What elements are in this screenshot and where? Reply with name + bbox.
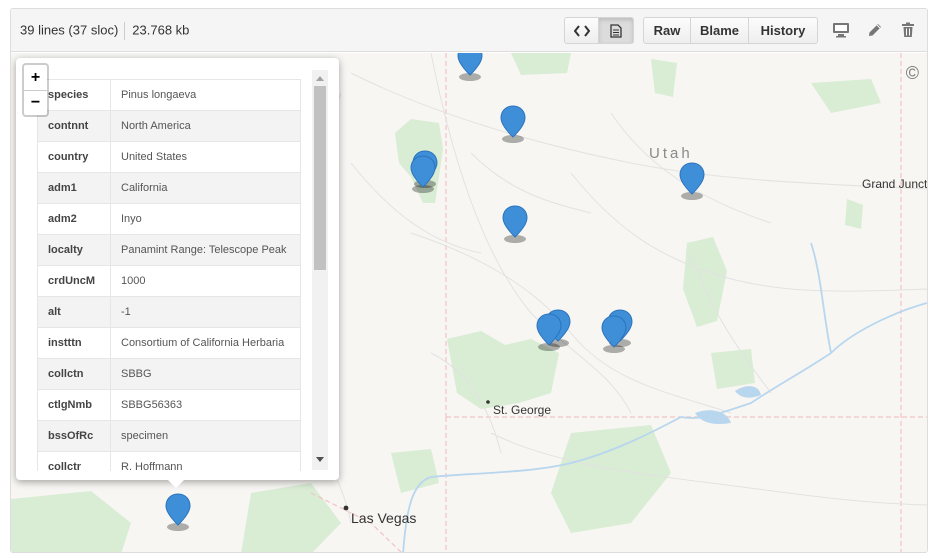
map-marker[interactable] — [410, 155, 436, 195]
pencil-icon[interactable] — [866, 21, 884, 39]
property-key: contnnt — [37, 110, 111, 142]
map-marker[interactable] — [679, 162, 705, 202]
table-row: contnnt North America — [37, 110, 301, 142]
table-row: localty Panamint Range: Telescope Peak — [37, 234, 301, 266]
property-value: -1 — [110, 296, 301, 328]
map-marker[interactable] — [601, 315, 627, 355]
zoom-in-button[interactable]: + — [24, 65, 47, 90]
code-icon — [573, 24, 590, 37]
popup-content[interactable]: species Pinus longaeva contnnt North Americ… — [37, 79, 301, 471]
feature-popup: species Pinus longaeva contnnt North Americ… — [16, 58, 339, 480]
property-key: ctlgNmb — [37, 389, 111, 421]
property-value: Inyo — [110, 203, 301, 235]
property-key: localty — [37, 234, 111, 266]
property-key: instttn — [37, 327, 111, 359]
table-row: instttn Consortium of California Herbaria — [37, 327, 301, 359]
line-count: 39 lines (37 sloc) — [20, 22, 119, 38]
table-row: adm1 California — [37, 172, 301, 204]
property-value: United States — [110, 141, 301, 173]
property-value: SBBG56363 — [110, 389, 301, 421]
view-rendered-button[interactable] — [599, 17, 634, 44]
map-label-grand-junction: Grand Juncti — [862, 177, 927, 191]
table-row: collctr R. Hoffmann — [37, 451, 301, 471]
property-value: Consortium of California Herbaria — [110, 327, 301, 359]
property-key: bssOfRc — [37, 420, 111, 452]
table-row: species Pinus longaeva — [37, 79, 301, 111]
map-marker[interactable] — [502, 205, 528, 245]
file-actions-group: Raw Blame History — [643, 17, 818, 44]
map-marker[interactable] — [500, 105, 526, 145]
popup-scrollbar[interactable] — [312, 70, 328, 470]
divider — [124, 22, 126, 40]
property-value: R. Hoffmann — [110, 451, 301, 471]
property-key: adm1 — [37, 172, 111, 204]
scroll-thumb[interactable] — [314, 86, 326, 270]
view-toggle-group — [564, 17, 634, 44]
table-row: country United States — [37, 141, 301, 173]
property-key: alt — [37, 296, 111, 328]
file-info: 39 lines (37 sloc) 23.768 kb — [20, 22, 189, 40]
raw-button[interactable]: Raw — [643, 17, 691, 44]
property-key: country — [37, 141, 111, 173]
table-row: adm2 Inyo — [37, 203, 301, 235]
table-row: bssOfRc specimen — [37, 420, 301, 452]
file-header: 39 lines (37 sloc) 23.768 kb Raw Blame H… — [11, 9, 927, 52]
map-marker-selected[interactable] — [165, 493, 191, 533]
map-label-las-vegas: Las Vegas — [351, 510, 417, 526]
scroll-down-arrow-icon[interactable] — [316, 457, 324, 462]
zoom-control: + − — [22, 63, 49, 117]
history-button[interactable]: History — [749, 17, 818, 44]
view-source-button[interactable] — [564, 17, 599, 44]
scroll-up-arrow-icon[interactable] — [316, 76, 324, 81]
property-key: crdUncM — [37, 265, 111, 297]
document-icon — [610, 23, 622, 38]
property-value: 1000 — [110, 265, 301, 297]
map-label-st-george: St. George — [493, 403, 552, 417]
map-label-state: Utah — [649, 145, 693, 162]
popup-tip — [167, 479, 185, 488]
map-marker[interactable] — [536, 313, 562, 353]
desktop-icon[interactable] — [832, 21, 850, 39]
table-row: collctn SBBG — [37, 358, 301, 390]
property-key: collctr — [37, 451, 111, 471]
property-value: North America — [110, 110, 301, 142]
blame-button[interactable]: Blame — [691, 17, 749, 44]
property-value: specimen — [110, 420, 301, 452]
file-box: 39 lines (37 sloc) 23.768 kb Raw Blame H… — [10, 8, 928, 553]
property-value: Panamint Range: Telescope Peak — [110, 234, 301, 266]
properties-table: species Pinus longaeva contnnt North Americ… — [37, 79, 301, 471]
map-marker[interactable] — [457, 53, 483, 83]
property-key: collctn — [37, 358, 111, 390]
trash-icon[interactable] — [899, 21, 917, 39]
zoom-out-button[interactable]: − — [24, 90, 47, 115]
property-key: adm2 — [37, 203, 111, 235]
property-value: Pinus longaeva — [110, 79, 301, 111]
table-row: ctlgNmb SBBG56363 — [37, 389, 301, 421]
map[interactable]: Utah Grand Juncti St. George Las Vegas ©… — [11, 53, 927, 552]
file-size: 23.768 kb — [132, 22, 190, 38]
property-value: SBBG — [110, 358, 301, 390]
table-row: crdUncM 1000 — [37, 265, 301, 297]
table-row: alt -1 — [37, 296, 301, 328]
property-value: California — [110, 172, 301, 204]
attribution-icon[interactable]: © — [906, 63, 919, 84]
